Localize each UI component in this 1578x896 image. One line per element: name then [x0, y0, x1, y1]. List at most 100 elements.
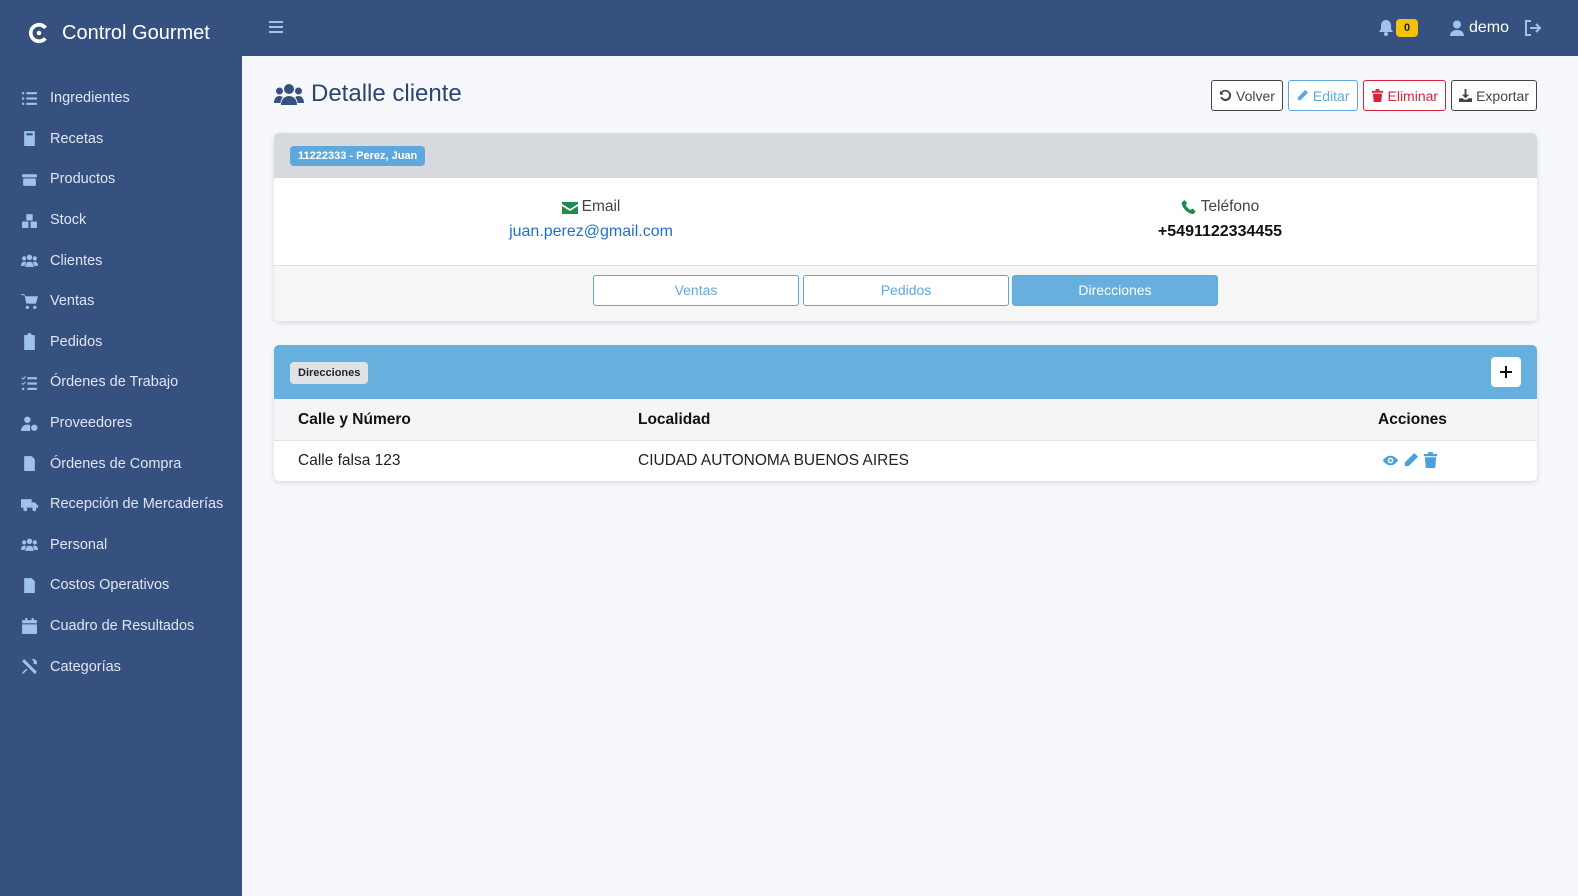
sidebar-item-label: Stock	[50, 212, 87, 229]
calendar-icon	[20, 617, 38, 635]
column-header-street[interactable]: Calle y Número	[298, 411, 411, 429]
user-menu[interactable]: demo	[1450, 16, 1509, 40]
trash-icon	[1371, 89, 1383, 102]
cell-locality: CIUDAD AUTONOMA BUENOS AIRES	[638, 452, 910, 469]
sidebar-item-label: Clientes	[50, 252, 103, 269]
row-actions	[1382, 452, 1439, 469]
sidebar-item-ordenes-compra[interactable]: Órdenes de Compra	[0, 443, 242, 484]
logo-icon	[28, 22, 50, 44]
phone-value: +5491122334455	[1157, 223, 1283, 240]
pencil-icon	[1297, 89, 1308, 101]
list-icon	[20, 89, 38, 107]
page-title: Detalle cliente	[311, 80, 462, 107]
menu-toggle-icon[interactable]	[268, 18, 286, 36]
user-cog-icon	[20, 414, 38, 432]
sidebar-item-label: Pedidos	[50, 333, 103, 350]
tab-ventas[interactable]: Ventas	[593, 275, 799, 306]
tab-direcciones[interactable]: Direcciones	[1012, 275, 1218, 306]
sidebar-item-label: Ventas	[50, 293, 95, 310]
clipboard-icon	[20, 333, 38, 351]
user-name: demo	[1469, 19, 1510, 36]
sidebar-item-label: Cuadro de Resultados	[50, 618, 195, 635]
sidebar-item-ingredientes[interactable]: Ingredientes	[0, 78, 242, 119]
logout-icon[interactable]	[1524, 19, 1542, 37]
sidebar-item-pedidos[interactable]: Pedidos	[0, 322, 242, 363]
sidebar-item-label: Órdenes de Compra	[50, 455, 182, 472]
plus-icon	[1500, 366, 1512, 378]
sidebar-item-cuadro-resultados[interactable]: Cuadro de Resultados	[0, 606, 242, 647]
sidebar-item-label: Costos Operativos	[50, 577, 170, 594]
phone-block: Teléfono +5491122334455	[1020, 197, 1420, 241]
back-button[interactable]: Volver	[1211, 80, 1283, 111]
envelope-icon	[561, 201, 578, 214]
sidebar-item-label: Categorías	[50, 658, 121, 675]
client-card: 11222333 - Perez, Juan Email juan.perez@…	[274, 133, 1537, 321]
sidebar-item-recepcion[interactable]: Recepción de Mercaderías	[0, 484, 242, 525]
sidebar-item-label: Productos	[50, 171, 116, 188]
column-header-locality[interactable]: Localidad	[638, 411, 710, 429]
bell-icon[interactable]	[1378, 19, 1394, 36]
edit-icon[interactable]	[1402, 452, 1419, 469]
sidebar-item-ventas[interactable]: Ventas	[0, 281, 242, 322]
sidebar-item-costos[interactable]: Costos Operativos	[0, 565, 242, 606]
edit-button[interactable]: Editar	[1287, 80, 1358, 111]
phone-label: Teléfono	[1200, 198, 1260, 215]
addresses-card: Direcciones Calle y Número Localidad Acc…	[274, 345, 1537, 481]
sidebar-item-label: Proveedores	[50, 415, 133, 432]
notification-count-badge: 0	[1396, 19, 1418, 37]
table-row: Calle falsa 123 CIUDAD AUTONOMA BUENOS A…	[274, 441, 1537, 481]
sidebar-item-label: Personal	[50, 536, 108, 553]
sidebar-item-label: Recepción de Mercaderías	[50, 496, 224, 513]
sidebar-item-stock[interactable]: Stock	[0, 200, 242, 241]
page-actions: Volver Editar Eliminar Exportar	[1211, 80, 1537, 111]
email-link[interactable]: juan.perez@gmail.com	[391, 223, 791, 241]
cart-icon	[20, 292, 38, 310]
tools-icon	[20, 658, 38, 676]
sidebar-item-clientes[interactable]: Clientes	[0, 240, 242, 281]
users-icon	[20, 252, 38, 270]
sidebar-item-label: Recetas	[50, 130, 104, 147]
add-address-button[interactable]	[1491, 357, 1521, 387]
phone-icon	[1181, 199, 1196, 214]
sidebar-item-label: Ingredientes	[50, 90, 130, 107]
email-label: Email	[581, 198, 621, 215]
client-tabs: Ventas Pedidos Direcciones	[274, 265, 1537, 321]
invoice-icon	[20, 576, 38, 594]
box-icon	[20, 170, 38, 188]
tab-pedidos[interactable]: Pedidos	[803, 275, 1009, 306]
cell-street: Calle falsa 123	[298, 452, 401, 469]
trash-icon[interactable]	[1422, 452, 1439, 469]
sidebar: Control Gourmet Ingredientes Recetas Pro…	[0, 0, 242, 896]
email-block: Email juan.perez@gmail.com	[391, 197, 791, 241]
user-icon	[1450, 20, 1464, 36]
addresses-badge: Direcciones	[290, 362, 369, 384]
book-icon	[20, 130, 38, 148]
file-icon	[20, 455, 38, 473]
topbar: 0 demo	[242, 0, 1578, 56]
sidebar-item-proveedores[interactable]: Proveedores	[0, 403, 242, 444]
sidebar-item-ordenes-trabajo[interactable]: Órdenes de Trabajo	[0, 362, 242, 403]
brand[interactable]: Control Gourmet	[28, 18, 210, 48]
sidebar-item-recetas[interactable]: Recetas	[0, 119, 242, 160]
sidebar-item-categorias[interactable]: Categorías	[0, 646, 242, 687]
users-icon	[274, 84, 304, 105]
truck-icon	[20, 495, 38, 513]
view-icon[interactable]	[1382, 452, 1399, 469]
users-icon	[20, 536, 38, 554]
export-button[interactable]: Exportar	[1451, 80, 1537, 111]
app-title: Control Gourmet	[62, 21, 210, 44]
page-header: Detalle cliente	[274, 80, 462, 108]
sidebar-item-productos[interactable]: Productos	[0, 159, 242, 200]
boxes-icon	[20, 211, 38, 229]
table-header: Calle y Número Localidad Acciones	[274, 399, 1537, 441]
delete-button[interactable]: Eliminar	[1362, 80, 1447, 111]
sidebar-nav: Ingredientes Recetas Productos Stock Cli…	[0, 78, 242, 687]
sidebar-item-personal[interactable]: Personal	[0, 525, 242, 566]
tasks-icon	[20, 373, 38, 391]
addresses-card-header: Direcciones	[274, 345, 1537, 399]
download-icon	[1459, 89, 1473, 102]
undo-icon	[1219, 89, 1232, 102]
sidebar-item-label: Órdenes de Trabajo	[50, 374, 179, 391]
column-header-actions: Acciones	[1378, 411, 1447, 428]
client-id-badge: 11222333 - Perez, Juan	[290, 146, 426, 166]
